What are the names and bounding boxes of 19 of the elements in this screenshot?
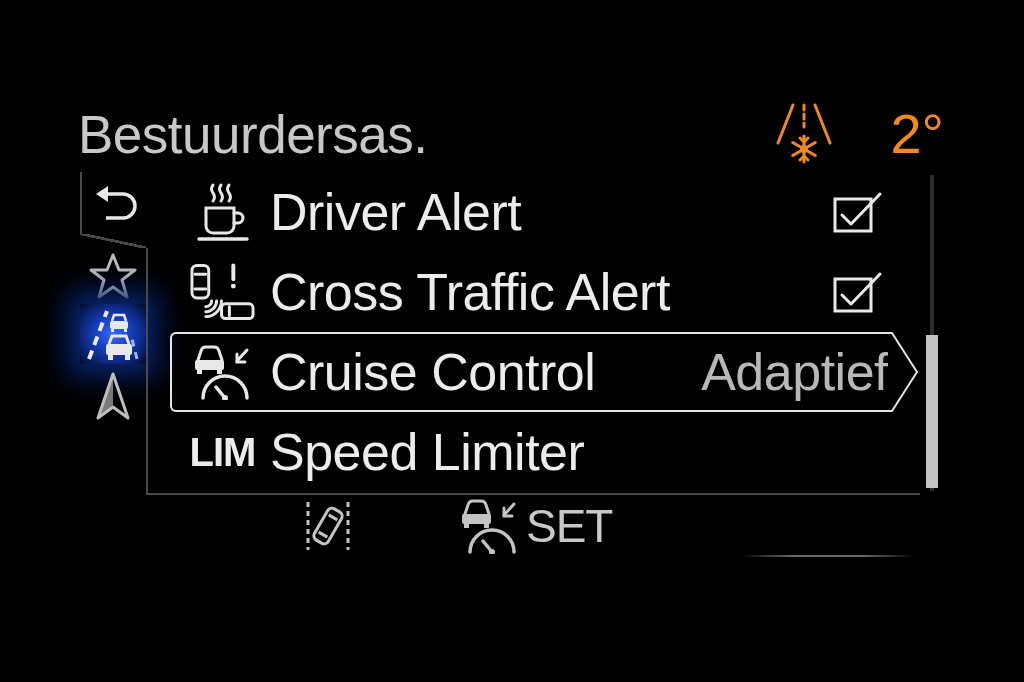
- cruise-status: SET: [526, 503, 613, 549]
- menu-item[interactable]: LIM Speed Limiter: [170, 412, 918, 492]
- checkbox[interactable]: [833, 271, 883, 313]
- menu-item[interactable]: Cross Traffic Alert: [170, 252, 918, 332]
- screen-title: Bestuurdersas.: [78, 107, 428, 161]
- sidebar-tab[interactable]: [80, 304, 146, 364]
- limiter-label: LIM: [189, 432, 256, 472]
- coffee-cup-icon: [196, 182, 249, 242]
- star-icon: [89, 253, 137, 299]
- navigation-arrow-icon: [95, 371, 131, 421]
- cross-traffic-icon: [190, 263, 255, 321]
- outside-temperature: 2°: [890, 106, 944, 162]
- back-arrow-icon: [95, 185, 139, 221]
- checkbox[interactable]: [833, 191, 883, 233]
- menu-item[interactable]: Cruise Control Adaptief: [170, 332, 918, 412]
- road-snowflake-icon: [775, 103, 834, 165]
- menu-item[interactable]: Driver Alert: [170, 172, 918, 252]
- lane-keeping-icon: [305, 500, 351, 552]
- lanes-cars-icon: [85, 307, 141, 361]
